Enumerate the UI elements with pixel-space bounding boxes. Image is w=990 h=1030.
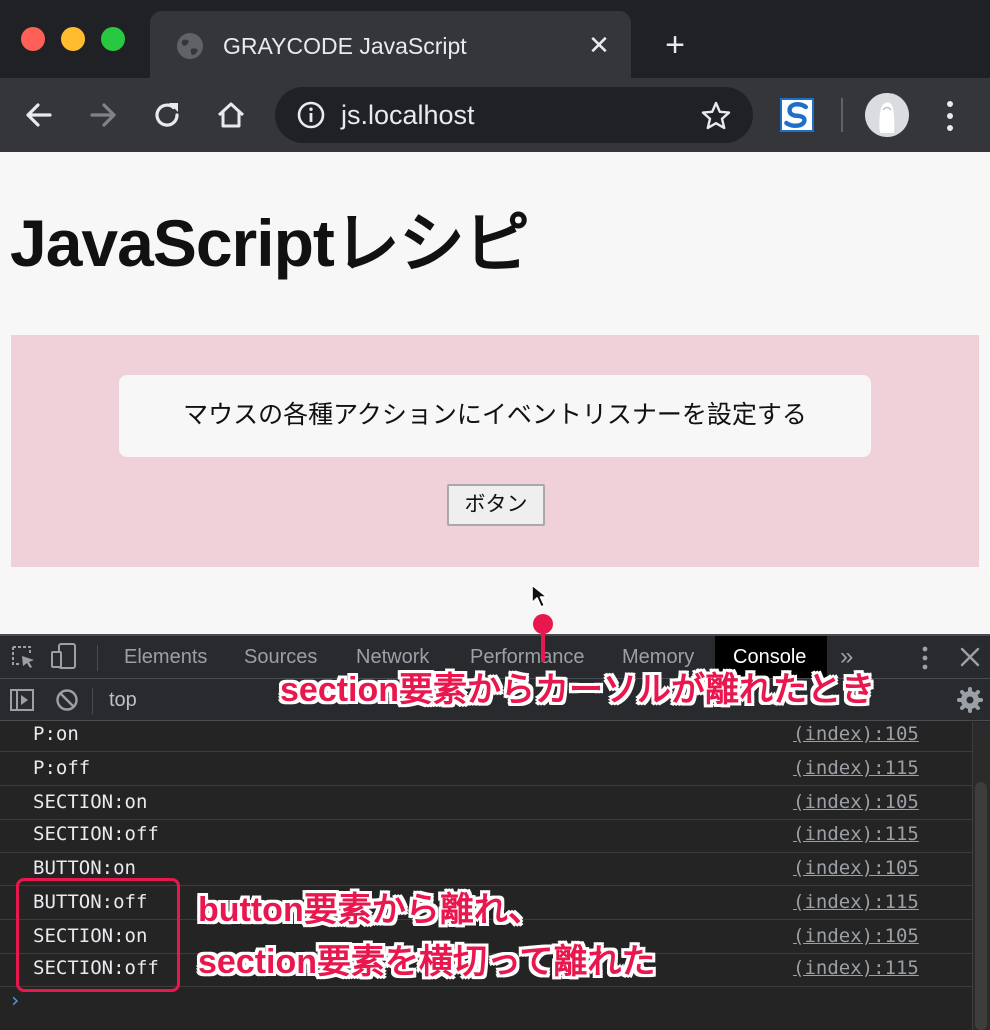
globe-icon xyxy=(177,33,203,59)
home-icon[interactable] xyxy=(214,98,248,132)
log-source-link[interactable]: (index):105 xyxy=(793,856,919,880)
tab-console-label: Console xyxy=(733,646,807,668)
tab-close-icon[interactable]: ✕ xyxy=(586,30,612,60)
clear-console-icon[interactable] xyxy=(55,688,79,712)
extension-s-icon[interactable] xyxy=(780,98,814,132)
console-scroll-thumb[interactable] xyxy=(975,782,987,1030)
log-message: SECTION:on xyxy=(33,791,148,813)
tab-network[interactable]: Network xyxy=(356,645,429,669)
tab-memory[interactable]: Memory xyxy=(622,645,694,669)
close-window-button[interactable] xyxy=(21,27,45,51)
annotation-highlight-box xyxy=(16,878,180,992)
inspect-element-icon[interactable] xyxy=(10,644,36,670)
sidebar-toggle-icon[interactable] xyxy=(9,688,35,712)
log-message: SECTION:off xyxy=(33,823,159,845)
info-icon[interactable] xyxy=(297,101,325,129)
page-title: JavaScriptレシピ xyxy=(10,206,530,280)
tab-sources[interactable]: Sources xyxy=(244,645,317,669)
url-text[interactable]: js.localhost xyxy=(341,99,475,131)
log-source-link[interactable]: (index):115 xyxy=(793,890,919,914)
console-toolbar-divider xyxy=(92,688,93,714)
context-selector[interactable]: top xyxy=(109,688,137,712)
toolbar-divider xyxy=(841,98,843,132)
bookmark-star-icon[interactable] xyxy=(700,100,732,132)
console-settings-gear-icon[interactable] xyxy=(957,687,983,713)
tab-title: GRAYCODE JavaScript xyxy=(223,33,467,59)
log-source-link[interactable]: (index):105 xyxy=(793,924,919,948)
close-devtools-icon[interactable] xyxy=(958,645,982,669)
log-message: BUTTON:on xyxy=(33,857,136,879)
annotation-pointer-dot xyxy=(533,614,553,634)
log-message: P:off xyxy=(33,757,91,779)
annotation-top-note: section要素からカーソルが離れたとき xyxy=(280,671,876,709)
annotation-bottom-note-line1: button要素から離れ、 xyxy=(198,891,543,929)
paragraph-text: マウスの各種アクションにイベントリスナーを設定する xyxy=(183,401,807,429)
log-source-link[interactable]: (index):115 xyxy=(793,956,919,980)
maximize-window-button[interactable] xyxy=(101,27,125,51)
log-source-link[interactable]: (index):105 xyxy=(793,722,919,746)
chrome-menu-icon[interactable] xyxy=(940,96,960,136)
more-tabs-icon[interactable]: » xyxy=(840,645,853,669)
console-prompt[interactable]: › xyxy=(9,988,21,1012)
minimize-window-button[interactable] xyxy=(61,27,85,51)
mouse-cursor-icon xyxy=(531,584,548,608)
device-toolbar-icon[interactable] xyxy=(50,642,78,670)
log-source-link[interactable]: (index):105 xyxy=(793,790,919,814)
forward-arrow-icon[interactable] xyxy=(86,98,120,132)
log-source-link[interactable]: (index):115 xyxy=(793,756,919,780)
back-arrow-icon[interactable] xyxy=(22,98,56,132)
new-tab-button[interactable]: + xyxy=(660,28,690,62)
profile-avatar-icon[interactable] xyxy=(865,93,909,137)
reload-icon[interactable] xyxy=(150,98,184,132)
log-message: P:on xyxy=(33,723,79,745)
tab-elements[interactable]: Elements xyxy=(124,645,207,669)
devtools-divider xyxy=(97,645,98,671)
log-source-link[interactable]: (index):115 xyxy=(793,822,919,846)
demo-button[interactable]: ボタン xyxy=(447,484,545,526)
tab-performance[interactable]: Performance xyxy=(470,645,585,669)
annotation-bottom-note-line2: section要素を横切って離れた xyxy=(198,943,656,981)
devtools-menu-icon[interactable] xyxy=(916,644,934,672)
